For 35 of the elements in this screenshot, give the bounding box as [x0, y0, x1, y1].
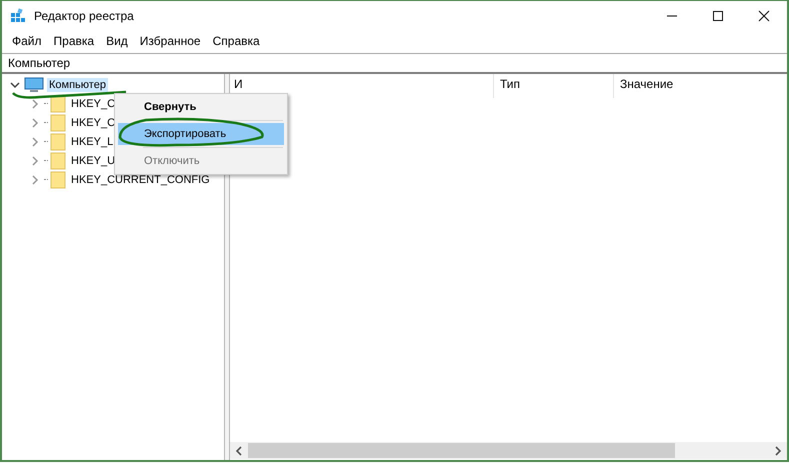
menu-item[interactable]: Избранное: [134, 34, 207, 48]
column-header[interactable]: Значение: [614, 74, 774, 98]
expand-chevron-icon[interactable]: [30, 118, 40, 128]
maximize-icon[interactable]: [712, 10, 724, 22]
collapse-chevron-icon[interactable]: [10, 80, 20, 90]
folder-icon: [50, 170, 66, 188]
scroll-right-icon[interactable]: [774, 446, 782, 456]
window-title: Редактор реестра: [34, 9, 135, 23]
context-menu-item[interactable]: Свернуть: [118, 96, 284, 118]
tree-item[interactable]: HKEY_CURRENT_CONFIG: [69, 172, 212, 186]
monitor-icon: [24, 76, 44, 92]
expand-chevron-icon[interactable]: [30, 136, 40, 146]
menu-item[interactable]: Правка: [48, 34, 100, 48]
expand-chevron-icon[interactable]: [30, 174, 40, 184]
tree-item[interactable]: HKEY_C: [69, 116, 118, 130]
menu-item[interactable]: Справка: [206, 34, 266, 48]
grid-icon: [10, 8, 26, 24]
address-bar[interactable]: Компьютер: [2, 53, 787, 74]
tree-item[interactable]: HKEY_U: [69, 154, 118, 168]
tree-item[interactable]: HKEY_C: [69, 96, 118, 110]
folder-icon: [50, 114, 66, 132]
menu-item[interactable]: Вид: [100, 34, 134, 48]
context-menu-item: Отключить: [143, 154, 201, 169]
column-header[interactable]: Тип: [494, 74, 614, 98]
menu-item[interactable]: Файл: [6, 34, 48, 48]
expand-chevron-icon[interactable]: [30, 98, 40, 108]
folder-icon: [50, 152, 66, 170]
expand-chevron-icon[interactable]: [30, 156, 40, 166]
horizontal-scrollbar[interactable]: [230, 442, 787, 459]
scrollbar-thumb[interactable]: [248, 443, 676, 458]
close-icon[interactable]: [758, 10, 770, 22]
scroll-left-icon[interactable]: [235, 446, 243, 456]
folder-icon: [50, 132, 66, 150]
tree-item[interactable]: HKEY_L: [69, 134, 116, 148]
tree-item[interactable]: Компьютер: [47, 78, 108, 92]
